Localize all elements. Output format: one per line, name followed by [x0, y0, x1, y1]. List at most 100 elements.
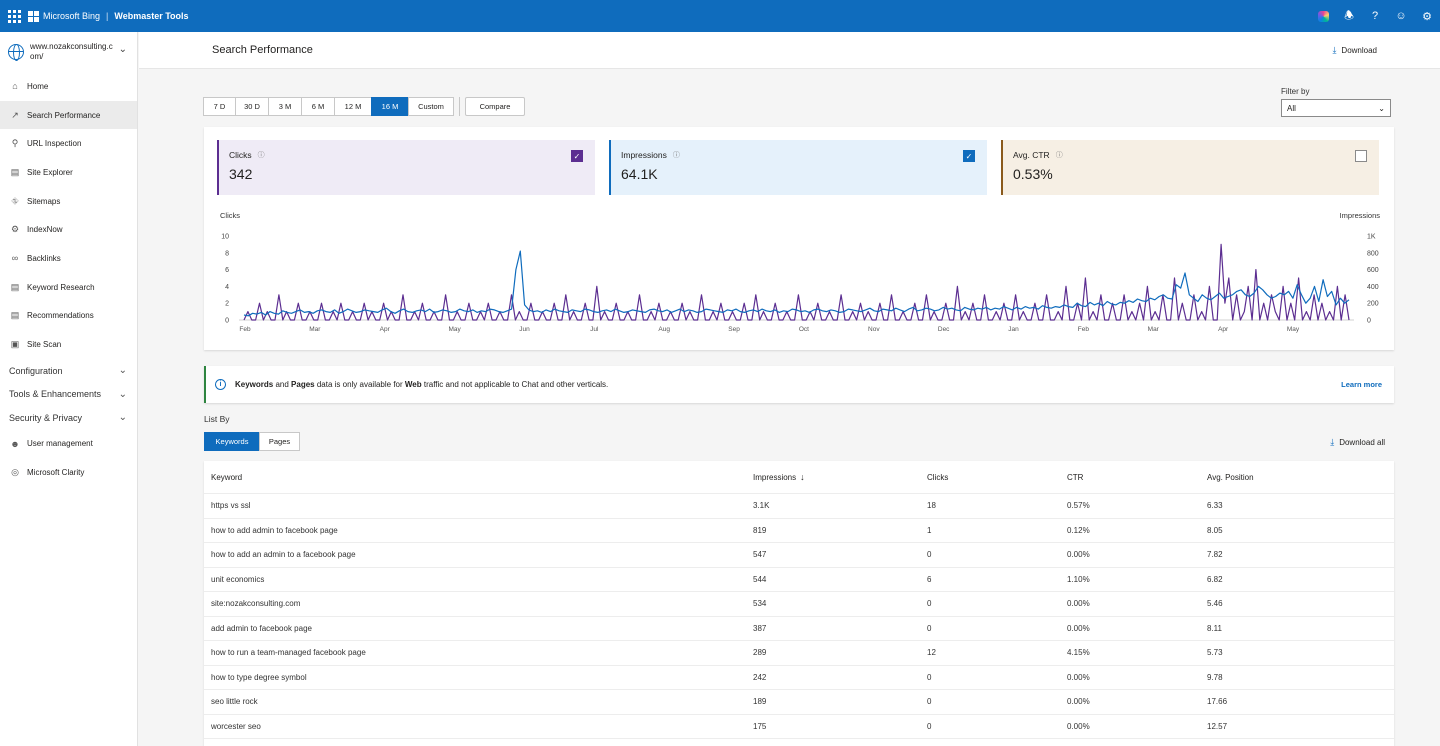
- metric-impressions[interactable]: Impressions ⓘ 64.1K ✓: [609, 140, 987, 195]
- sidebar-item-site-scan[interactable]: ▣ Site Scan: [0, 330, 137, 359]
- metric-clicks-value: 342: [229, 166, 253, 182]
- cell-impressions: 242: [753, 672, 767, 682]
- cell-keyword[interactable]: how to type degree symbol: [204, 673, 753, 682]
- sidebar-group-tools[interactable]: Tools & Enhancements ⌄: [0, 382, 137, 406]
- sidebar-item-sitemaps[interactable]: ⛗ Sitemaps: [0, 187, 137, 216]
- range-30d-button[interactable]: 30 D: [235, 97, 269, 116]
- x-tick-label: Jul: [590, 326, 599, 333]
- gear-icon[interactable]: ⚙: [1414, 0, 1440, 32]
- search-icon: ⚲: [11, 138, 19, 149]
- cell-keyword[interactable]: how to add an admin to a facebook page: [204, 550, 753, 559]
- x-tick-label: Feb: [1078, 326, 1090, 333]
- compare-button[interactable]: Compare: [465, 97, 525, 116]
- cell-keyword[interactable]: seo little rock: [204, 697, 753, 706]
- cell-keyword[interactable]: add admin to facebook page: [204, 624, 753, 633]
- cell-clicks: 0: [927, 672, 932, 682]
- range-3m-button[interactable]: 3 M: [268, 97, 302, 116]
- cell-keyword[interactable]: site:nozakconsulting.com: [204, 599, 753, 608]
- x-tick-label: Dec: [938, 326, 950, 333]
- tab-keywords[interactable]: Keywords: [204, 432, 260, 451]
- cell-keyword[interactable]: worcester seo: [204, 722, 753, 731]
- table-row[interactable]: seo little rock 189 0 0.00% 17.66: [204, 690, 1394, 715]
- sidebar-item-search-performance[interactable]: ↗ Search Performance: [0, 100, 137, 130]
- cell-clicks: 0: [927, 721, 932, 731]
- info-banner-text: Keywords and Pages data is only availabl…: [235, 380, 609, 389]
- sidebar-item-indexnow[interactable]: ⚙ IndexNow: [0, 215, 137, 244]
- download-all-button[interactable]: ⤓ Download all: [1330, 437, 1385, 448]
- document-icon: ▤: [10, 281, 20, 292]
- sidebar-item-user-management[interactable]: ☻ User management: [0, 429, 137, 458]
- header-ctr[interactable]: CTR: [1067, 473, 1207, 482]
- cell-avg-position: 17.66: [1207, 697, 1228, 707]
- table-row[interactable]: how to type degree symbol 242 0 0.00% 9.78: [204, 666, 1394, 690]
- copilot-icon[interactable]: [1310, 0, 1336, 32]
- header-avg-position[interactable]: Avg. Position: [1207, 473, 1394, 482]
- range-custom-button[interactable]: Custom: [408, 97, 454, 116]
- header-impressions[interactable]: Impressions ↓: [753, 472, 927, 482]
- cell-ctr: 0.00%: [1067, 599, 1090, 609]
- sidebar-group-security[interactable]: Security & Privacy ⌄: [0, 406, 137, 430]
- help-icon[interactable]: ?: [1362, 0, 1388, 32]
- bell-icon[interactable]: 🕭: [1336, 0, 1362, 32]
- header-keyword[interactable]: Keyword: [204, 473, 753, 482]
- cell-keyword[interactable]: how to run a team-managed facebook page: [204, 648, 753, 657]
- sidebar-item-home[interactable]: ⌂ Home: [0, 72, 137, 101]
- cell-avg-position: 8.05: [1207, 525, 1223, 535]
- range-6m-button[interactable]: 6 M: [301, 97, 335, 116]
- list-by-label: List By: [204, 414, 230, 424]
- sidebar-item-backlinks[interactable]: ∞ Backlinks: [0, 244, 137, 273]
- line-chart: 10 8 6 4 2 0 1K 800 600 400 200 0 Feb Mar Apr May Jun Jul…: [221, 234, 1379, 334]
- table-row[interactable]: https vs ssl 3.1K 18 0.57% 6.33: [204, 494, 1394, 519]
- cell-keyword[interactable]: unit economics: [204, 575, 753, 584]
- clicks-checkbox[interactable]: ✓: [571, 150, 583, 162]
- cell-ctr: 0.57%: [1067, 501, 1090, 511]
- table-row[interactable]: add admin to facebook page 387 0 0.00% 8.11: [204, 617, 1394, 641]
- sidebar-item-microsoft-clarity[interactable]: ◎ Microsoft Clarity: [0, 458, 137, 487]
- table-row[interactable]: unit economics 544 6 1.10% 6.82: [204, 568, 1394, 592]
- info-icon[interactable]: ⓘ: [258, 150, 265, 160]
- sidebar-group-configuration[interactable]: Configuration ⌄: [0, 359, 137, 383]
- cell-clicks: 0: [927, 599, 932, 609]
- sidebar-item-url-inspection[interactable]: ⚲ URL Inspection: [0, 129, 137, 158]
- filter-select[interactable]: All ⌄: [1281, 99, 1391, 117]
- impressions-checkbox[interactable]: ✓: [963, 150, 975, 162]
- header-clicks[interactable]: Clicks: [927, 473, 1067, 482]
- learn-more-link[interactable]: Learn more: [1341, 380, 1382, 389]
- metric-ctr[interactable]: Avg. CTR ⓘ 0.53%: [1001, 140, 1379, 195]
- brand[interactable]: Microsoft Bing | Webmaster Tools: [28, 10, 189, 22]
- range-16m-button[interactable]: 16 M: [371, 97, 409, 116]
- range-7d-button[interactable]: 7 D: [203, 97, 236, 116]
- tab-pages[interactable]: Pages: [259, 432, 300, 451]
- table-row[interactable]: how to add an admin to a facebook page 54…: [204, 543, 1394, 568]
- list-by-tabs: Keywords Pages: [204, 432, 300, 451]
- user-icon: ☻: [10, 438, 20, 449]
- cell-impressions: 175: [753, 721, 767, 731]
- sidebar-item-recommendations[interactable]: ▤ Recommendations: [0, 302, 137, 331]
- apps-icon[interactable]: [0, 0, 28, 32]
- table-row[interactable]: how to add admin to facebook page 819 1 0.1…: [204, 519, 1394, 543]
- ctr-checkbox[interactable]: [1355, 150, 1367, 162]
- chevron-down-icon: ⌄: [118, 365, 127, 377]
- info-icon[interactable]: ⓘ: [673, 150, 680, 160]
- download-button[interactable]: ⤓ Download: [1332, 45, 1377, 56]
- site-selector[interactable]: www.nozakconsulting.com/ ⌄: [0, 32, 137, 72]
- info-icon: i: [215, 379, 226, 390]
- info-icon[interactable]: ⓘ: [1056, 150, 1063, 160]
- sidebar-item-site-explorer[interactable]: ▤ Site Explorer: [0, 158, 137, 187]
- metric-clicks[interactable]: Clicks ⓘ 342 ✓: [217, 140, 595, 195]
- table-row[interactable]: site:nozakconsulting.com 534 0 0.00% 5.46: [204, 592, 1394, 617]
- table-row[interactable]: how to run a team-managed facebook page 2…: [204, 641, 1394, 666]
- sidebar-item-keyword-research[interactable]: ▤ Keyword Research: [0, 273, 137, 302]
- metric-ctr-value: 0.53%: [1013, 166, 1053, 182]
- cell-ctr: 0.12%: [1067, 525, 1090, 535]
- cell-keyword[interactable]: how to add admin to facebook page: [204, 526, 753, 535]
- feedback-icon[interactable]: ☺: [1388, 0, 1414, 32]
- table-row[interactable]: worcester seo 175 0 0.00% 12.57: [204, 715, 1394, 739]
- cell-keyword[interactable]: https vs ssl: [204, 501, 753, 510]
- range-12m-button[interactable]: 12 M: [334, 97, 372, 116]
- cell-impressions: 534: [753, 599, 767, 609]
- filter: Filter by All ⌄: [1281, 87, 1391, 117]
- cell-avg-position: 6.33: [1207, 501, 1223, 511]
- x-tick-label: May: [448, 326, 461, 333]
- cell-impressions: 819: [753, 525, 767, 535]
